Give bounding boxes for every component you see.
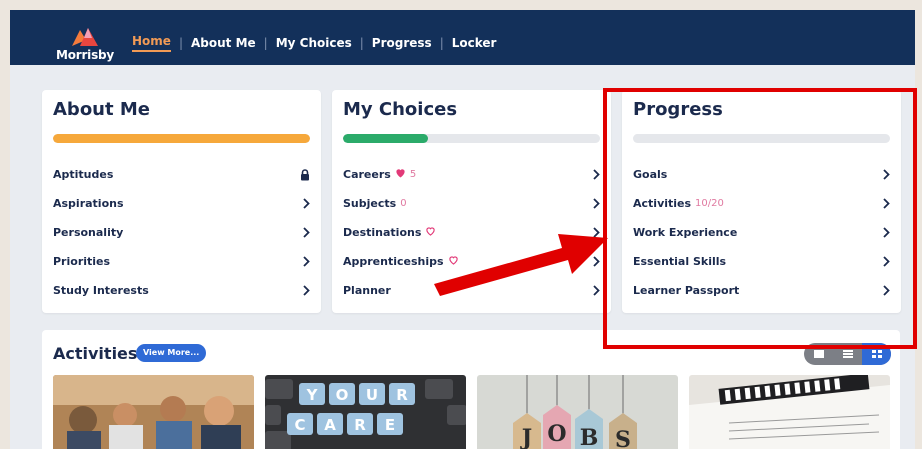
logo-text: Morrisby	[55, 48, 115, 62]
nav-about-me[interactable]: About Me	[191, 36, 256, 50]
subjects-count: 0	[400, 198, 407, 209]
item-label: Planner	[343, 284, 391, 297]
annotation-arrow-icon	[434, 234, 608, 296]
my-choices-progress-fill	[343, 134, 428, 143]
item-label: Destinations	[343, 226, 422, 239]
my-choices-progress-bar	[343, 134, 600, 143]
nav-divider: |	[439, 36, 444, 50]
item-label: Priorities	[53, 255, 111, 268]
top-navigation: Morrisby Home | About Me | My Choices | …	[10, 10, 915, 65]
careers-count: 5	[409, 169, 417, 180]
key-letter: R	[354, 416, 366, 434]
nav-divider: |	[263, 36, 268, 50]
about-me-title: About Me	[53, 99, 150, 120]
activity-thumbnail-your-career[interactable]: YO UR CA RE	[265, 375, 466, 449]
nav-home[interactable]: Home	[132, 34, 171, 52]
chevron-right-icon	[303, 227, 310, 238]
tag-letter: B	[580, 425, 599, 449]
morrisby-logo[interactable]: Morrisby	[50, 24, 120, 64]
about-me-item-aspirations[interactable]: Aspirations	[53, 189, 310, 218]
key-letter: C	[294, 416, 305, 434]
item-label: Apprenticeships	[343, 255, 444, 268]
grid-view-icon	[871, 350, 882, 358]
item-label: Subjects	[343, 197, 397, 210]
about-me-progress-fill	[53, 134, 310, 143]
nav-divider: |	[359, 36, 364, 50]
nav-progress[interactable]: Progress	[372, 36, 432, 50]
activity-thumbnail-cv[interactable]	[689, 375, 890, 449]
about-me-item-aptitudes[interactable]: Aptitudes	[53, 160, 310, 189]
key-letter: Y	[306, 386, 319, 404]
chevron-right-icon	[303, 256, 310, 267]
nav-links: Home | About Me | My Choices | Progress …	[132, 34, 496, 52]
nav-locker[interactable]: Locker	[452, 36, 497, 50]
activity-thumbnail-students[interactable]	[53, 375, 254, 449]
keyboard-your-career-image: YO UR CA RE	[265, 375, 466, 449]
chevron-right-icon	[593, 198, 600, 209]
single-view-icon	[813, 350, 824, 358]
curriculum-vitae-image	[689, 375, 890, 449]
item-label: Aptitudes	[53, 168, 114, 181]
students-classroom-image	[53, 375, 254, 449]
key-letter: E	[385, 416, 395, 434]
my-choices-item-careers[interactable]: Careers 5	[343, 160, 600, 189]
about-me-item-study-interests[interactable]: Study Interests	[53, 276, 310, 305]
tag-letter: J	[520, 425, 532, 449]
about-me-item-priorities[interactable]: Priorities	[53, 247, 310, 276]
item-label: Aspirations	[53, 197, 124, 210]
highlight-box	[603, 88, 917, 349]
key-letter: A	[324, 416, 336, 434]
about-me-progress-bar	[53, 134, 310, 143]
heart-filled-icon	[395, 168, 406, 181]
item-label: Personality	[53, 226, 124, 239]
my-choices-title: My Choices	[343, 99, 458, 120]
nav-divider: |	[178, 36, 183, 50]
jobs-tags-image: JO BS	[477, 375, 678, 449]
chevron-right-icon	[593, 169, 600, 180]
item-label: Careers	[343, 168, 391, 181]
activity-thumbnail-jobs[interactable]: JO BS	[477, 375, 678, 449]
chevron-right-icon	[303, 198, 310, 209]
lock-icon	[300, 168, 310, 181]
about-me-item-personality[interactable]: Personality	[53, 218, 310, 247]
nav-my-choices[interactable]: My Choices	[276, 36, 352, 50]
key-letter: R	[396, 386, 408, 404]
key-letter: U	[366, 386, 378, 404]
about-me-list: Aptitudes Aspirations Personality Priori…	[53, 160, 310, 305]
logo-mark-icon	[72, 28, 98, 46]
my-choices-item-subjects[interactable]: Subjects 0	[343, 189, 600, 218]
list-view-icon	[842, 350, 853, 358]
view-more-button[interactable]: View More...	[136, 344, 207, 362]
tag-letter: O	[547, 421, 566, 447]
item-label: Study Interests	[53, 284, 149, 297]
key-letter: O	[336, 386, 349, 404]
chevron-right-icon	[303, 285, 310, 296]
about-me-card: About Me Aptitudes Aspirations Personali…	[42, 90, 321, 313]
activities-title: Activities	[53, 344, 138, 363]
tag-letter: S	[615, 427, 631, 449]
